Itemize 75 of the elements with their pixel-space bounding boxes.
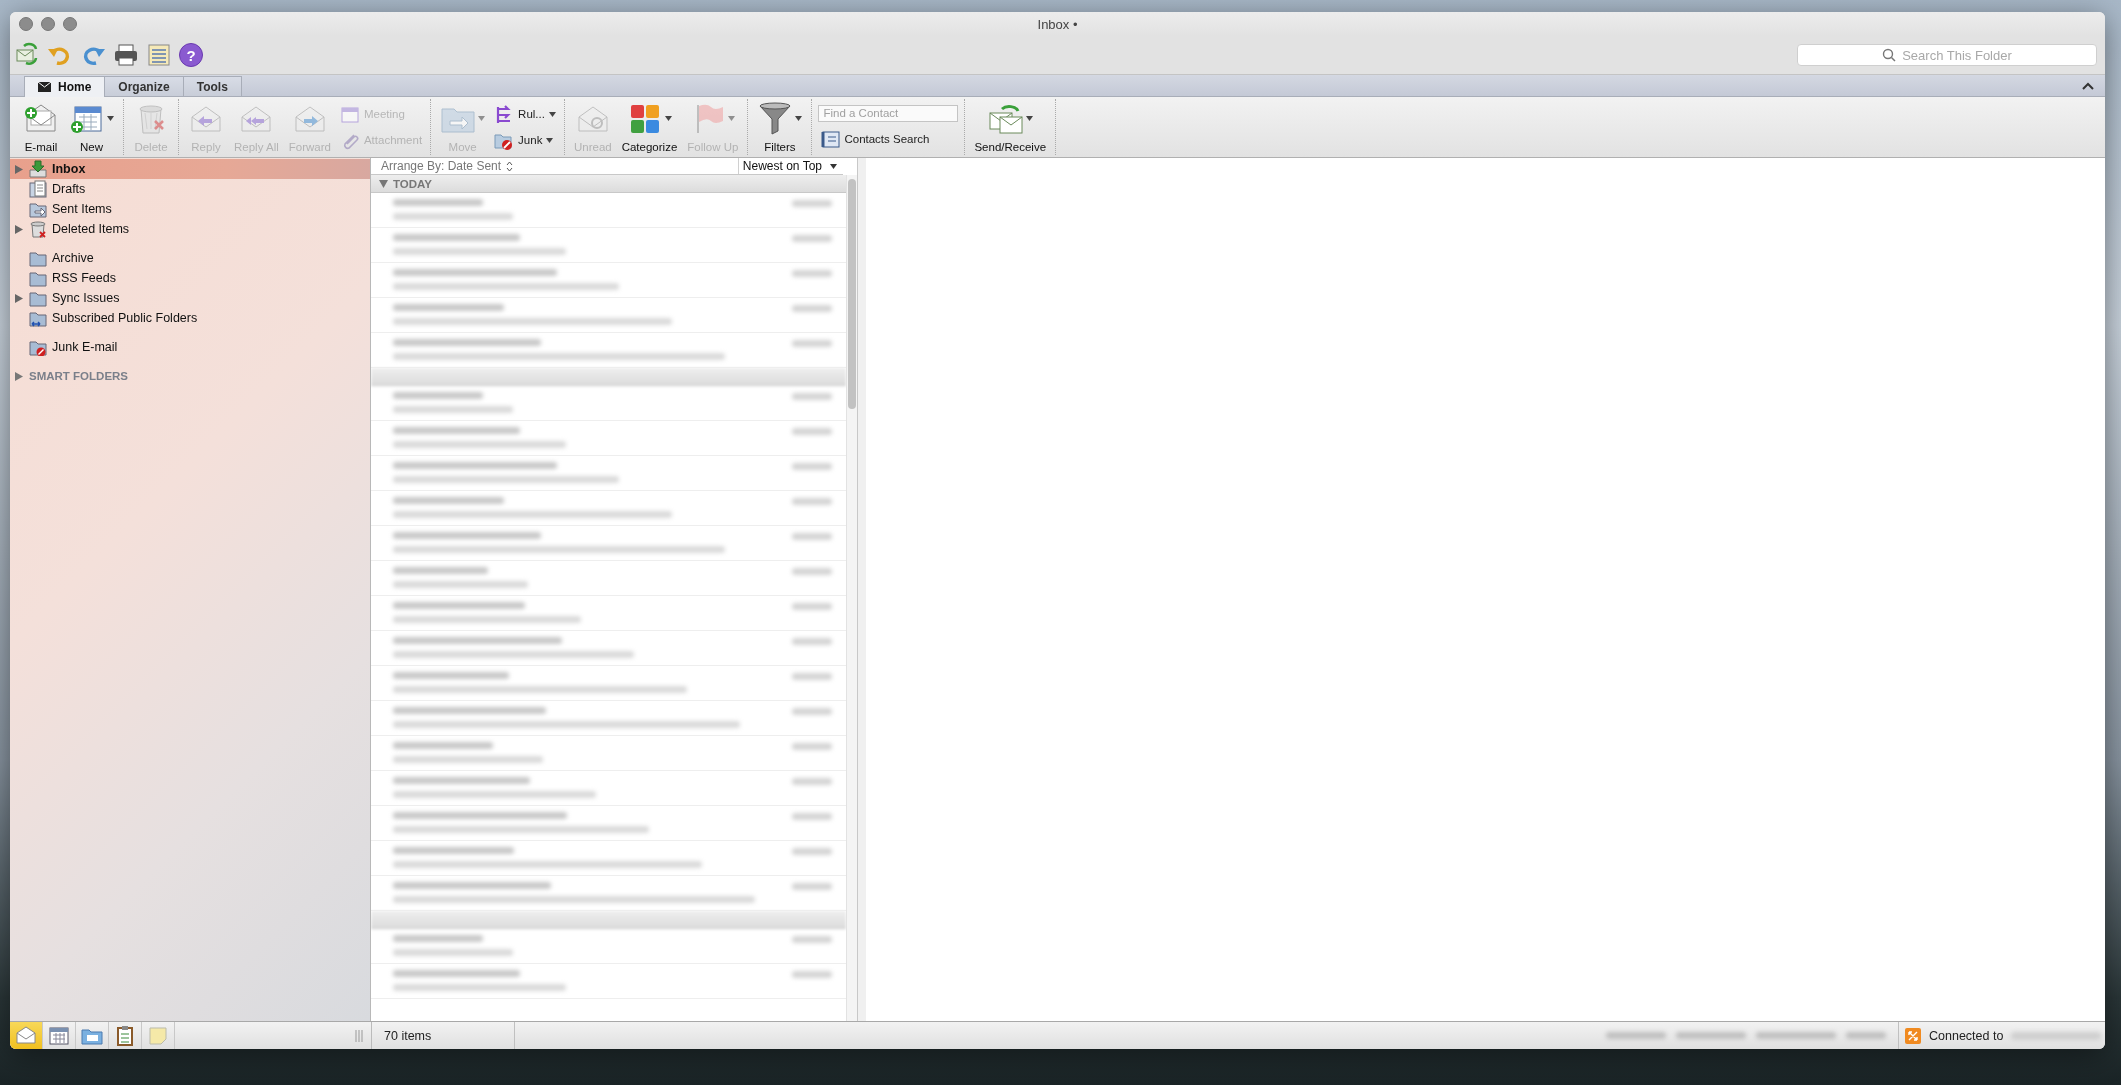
- ribbon-button[interactable]: Rul...: [492, 103, 558, 125]
- sort-order-menu[interactable]: Newest on Top: [737, 158, 843, 174]
- mail-icon: [15, 1025, 37, 1046]
- dropdown-arrow-icon: [1025, 115, 1033, 121]
- envelope-icon: [38, 82, 51, 92]
- dropdown-arrow-icon: [795, 115, 803, 121]
- sort-arrows-icon: [506, 160, 514, 172]
- ribbon-tab[interactable]: Tools: [183, 76, 242, 96]
- zoom-button[interactable]: [63, 17, 77, 31]
- ribbon-button[interactable]: Contacts Search: [818, 128, 959, 150]
- folder-icon: [29, 289, 47, 307]
- calendar-icon: [339, 104, 360, 124]
- search-field[interactable]: Search This Folder: [1797, 44, 2097, 66]
- close-button[interactable]: [19, 17, 33, 31]
- dropdown-arrow-icon: [665, 115, 672, 121]
- folder-item[interactable]: Sync Issues: [10, 288, 370, 308]
- expand-triangle-icon[interactable]: [15, 164, 23, 174]
- ribbon-button[interactable]: New: [66, 99, 117, 155]
- ribbon-button[interactable]: E-mail: [20, 99, 62, 155]
- junk-folder-icon: [29, 338, 47, 356]
- window-title: Inbox •: [1036, 16, 1079, 32]
- help-button[interactable]: ?: [179, 43, 203, 67]
- calendar-icon: [48, 1025, 70, 1046]
- dropdown-arrow-icon: [546, 137, 554, 143]
- drafts-folder-icon: [29, 180, 47, 198]
- resize-grip-icon[interactable]: [355, 1029, 363, 1042]
- dropdown-arrow-icon: [548, 111, 556, 117]
- exchange-icon: [1905, 1027, 1921, 1044]
- print-icon[interactable]: [113, 42, 139, 68]
- expand-triangle-icon[interactable]: [15, 293, 23, 303]
- task-list-icon: [114, 1025, 136, 1046]
- minimize-button[interactable]: [41, 17, 55, 31]
- folder-item[interactable]: Junk E-mail: [10, 337, 370, 357]
- blurred-section-header[interactable]: [371, 911, 846, 929]
- dropdown-arrow-icon: [830, 163, 837, 169]
- ribbon-button[interactable]: Categorize: [618, 99, 681, 155]
- folder-item[interactable]: RSS Feeds: [10, 268, 370, 288]
- folder-item[interactable]: Subscribed Public Folders: [10, 308, 370, 328]
- trash-icon: [29, 220, 47, 238]
- ribbon-button[interactable]: Filters: [754, 99, 806, 155]
- collapse-ribbon-icon[interactable]: [2081, 80, 2095, 91]
- folder-item[interactable]: Drafts: [10, 179, 370, 199]
- note-icon: [147, 1025, 169, 1046]
- item-count: 70 items: [372, 1022, 515, 1049]
- scrollbar-thumb[interactable]: [848, 179, 856, 409]
- expand-triangle-icon: [15, 371, 23, 381]
- ribbon-tab[interactable]: Organize: [105, 76, 184, 96]
- folder-item[interactable]: Sent Items: [10, 199, 370, 219]
- ribbon-button[interactable]: Junk: [492, 129, 558, 151]
- folder-item[interactable]: Deleted Items: [10, 219, 370, 239]
- blurred-section-header[interactable]: [371, 368, 846, 386]
- inbox-tray-icon: [29, 160, 47, 178]
- address-book-icon: [820, 129, 841, 149]
- view-switch-button[interactable]: [10, 1022, 43, 1049]
- search-icon: [1882, 48, 1896, 62]
- dropdown-arrow-icon: [728, 115, 736, 121]
- ribbon-button[interactable]: Send/Receive: [971, 99, 1050, 155]
- folder-item[interactable]: Archive: [10, 248, 370, 268]
- dropdown-arrow-icon: [478, 115, 486, 121]
- folder-icon: [29, 249, 47, 267]
- sync-icon[interactable]: [14, 42, 40, 68]
- expand-triangle-icon[interactable]: [15, 224, 23, 234]
- funnel-icon: [757, 101, 794, 135]
- dropdown-arrow-icon: [107, 115, 114, 121]
- shared-folder-icon: [29, 309, 47, 327]
- folder-item[interactable]: Inbox: [10, 159, 370, 179]
- arrange-by-menu[interactable]: Arrange By: Date Sent: [371, 158, 514, 174]
- contact-search-field[interactable]: Find a Contact: [818, 104, 959, 122]
- ribbon-tab[interactable]: Home: [24, 76, 106, 97]
- section-header[interactable]: TODAY: [371, 175, 846, 193]
- folder-icon: [29, 269, 47, 287]
- sent-folder-icon: [29, 200, 47, 218]
- collapse-triangle-icon: [379, 179, 388, 188]
- list-icon[interactable]: [146, 42, 172, 68]
- connection-status: Connected to: [1929, 1028, 2004, 1043]
